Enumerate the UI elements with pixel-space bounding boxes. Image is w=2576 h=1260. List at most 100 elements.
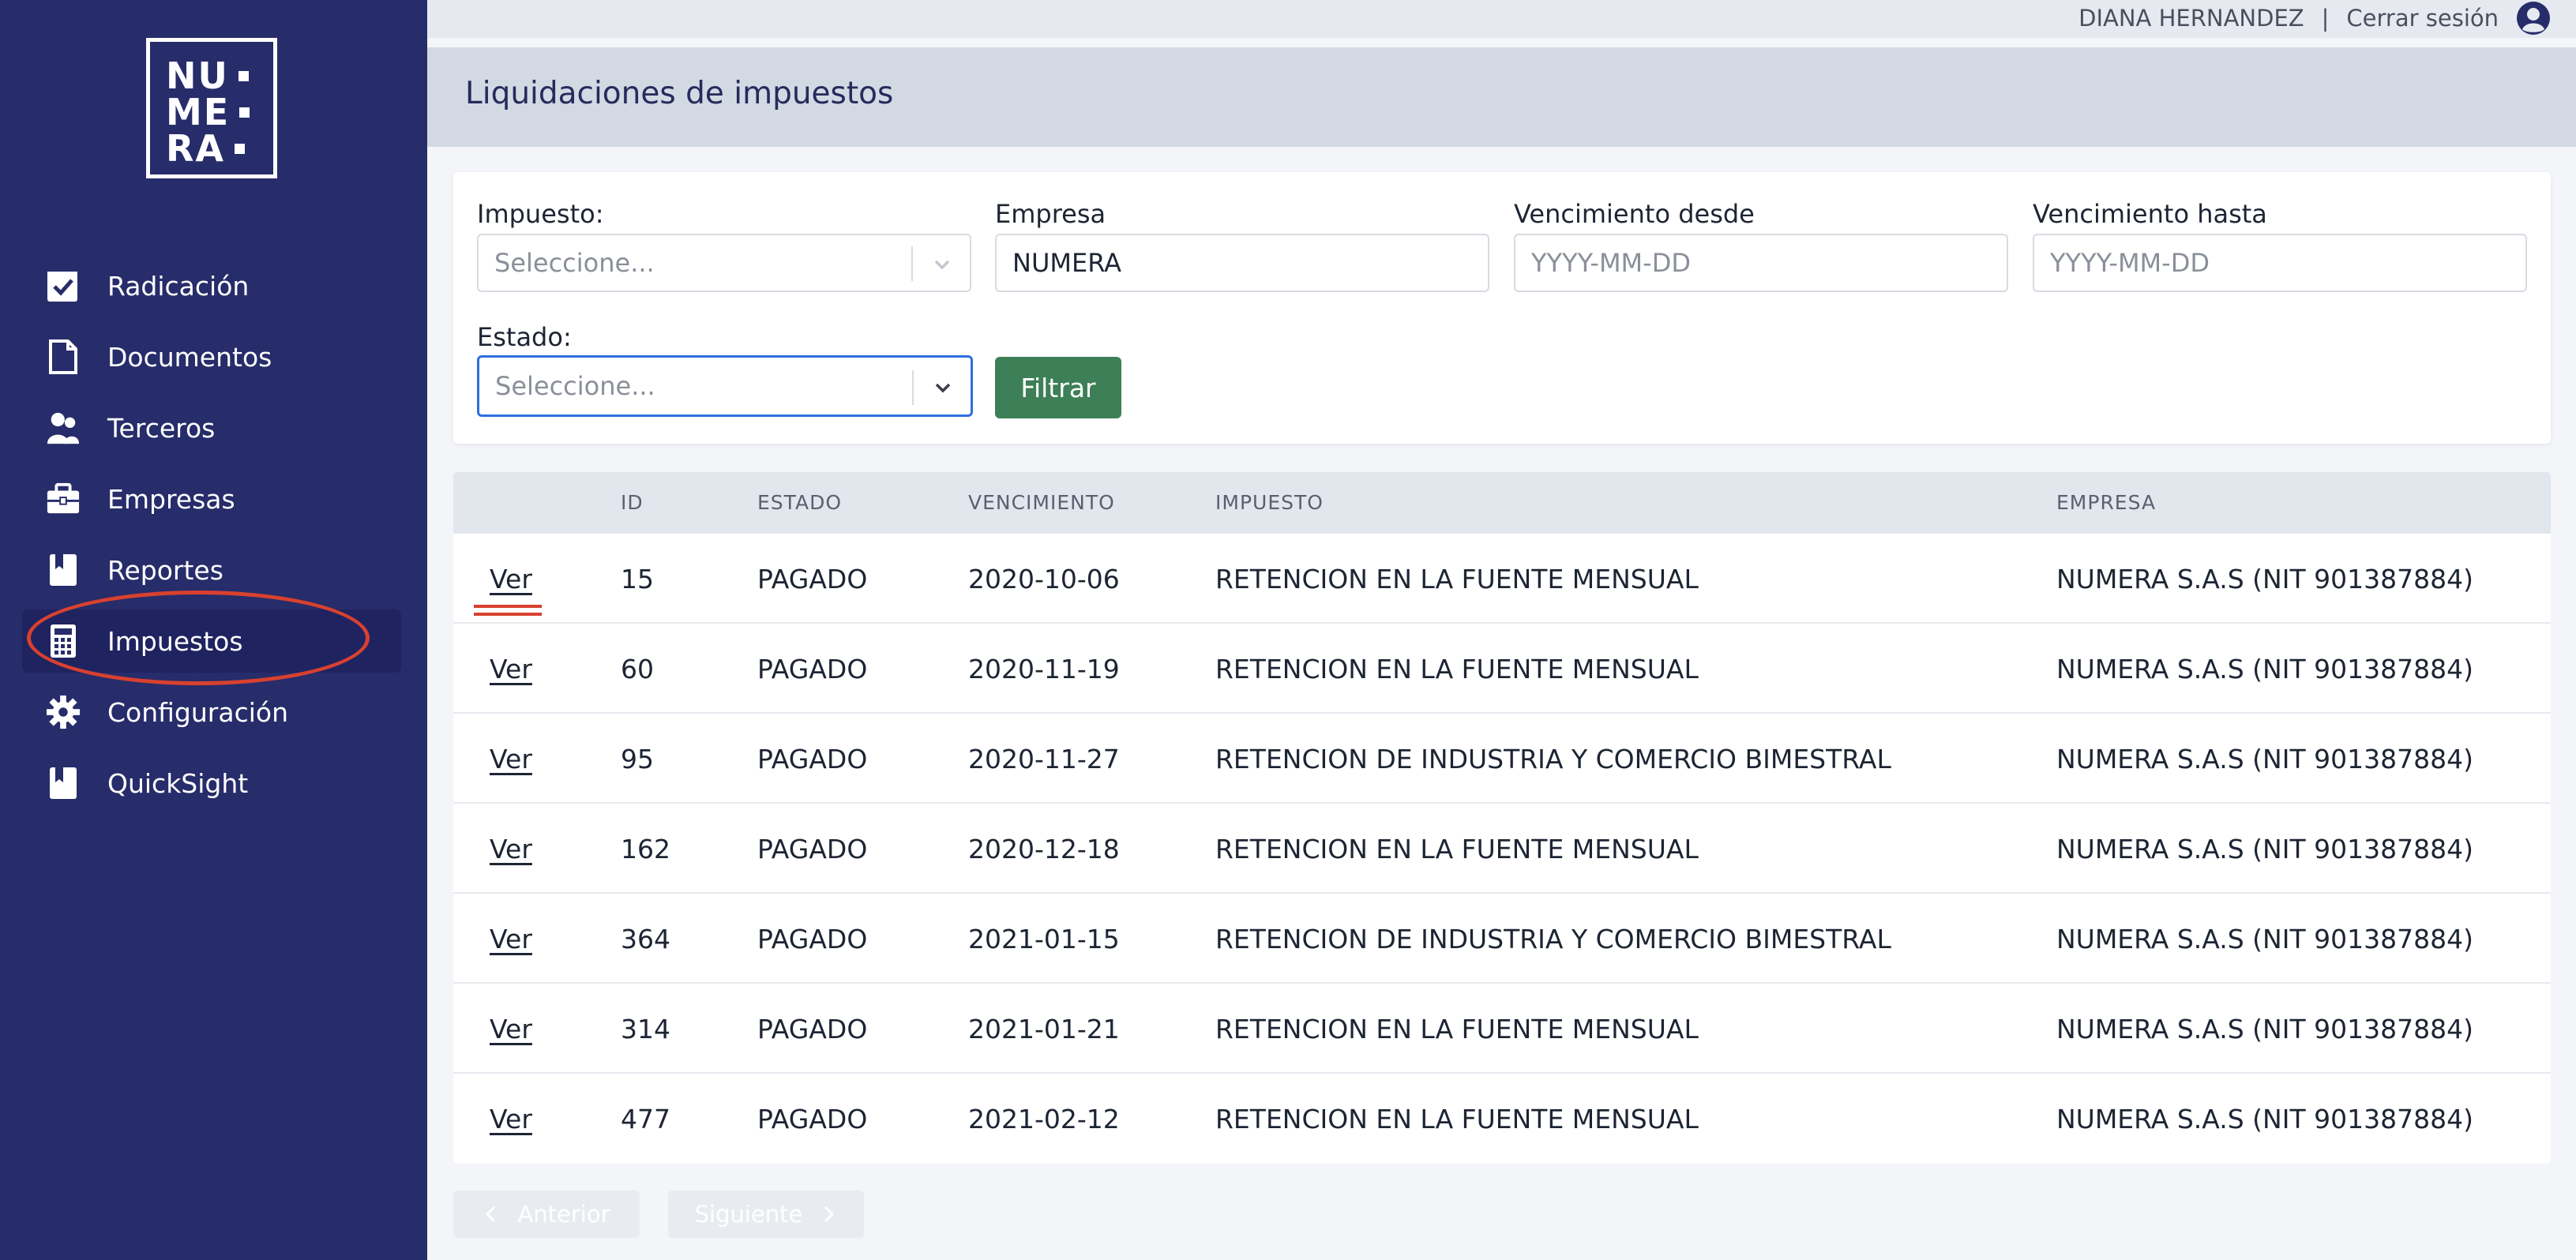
page-header: Liquidaciones de impuestos xyxy=(427,47,2576,147)
row-vencimiento: 2020-10-06 xyxy=(968,564,1120,594)
row-empresa: NUMERA S.A.S (NIT 901387884) xyxy=(2056,564,2473,594)
page-title: Liquidaciones de impuestos xyxy=(465,76,894,111)
view-link[interactable]: Ver xyxy=(490,564,532,594)
sidebar-item-label: Configuración xyxy=(107,696,289,728)
view-link[interactable]: Ver xyxy=(490,1104,532,1134)
empresa-field[interactable]: NUMERA xyxy=(995,234,1489,292)
logo-text-2: ME xyxy=(166,91,231,133)
sidebar-item-label: Documentos xyxy=(107,341,272,373)
vencimiento-desde-placeholder: YYYY-MM-DD xyxy=(1531,248,1691,278)
row-estado: PAGADO xyxy=(757,744,868,774)
row-empresa: NUMERA S.A.S (NIT 901387884) xyxy=(2056,1104,2473,1134)
annotation-underline xyxy=(474,605,542,616)
row-impuesto: RETENCION DE INDUSTRIA Y COMERCIO BIMEST… xyxy=(1215,924,1891,954)
separator: | xyxy=(2321,5,2330,32)
chevron-right-icon xyxy=(824,1206,835,1223)
chevron-down-icon xyxy=(934,260,950,270)
row-estado: PAGADO xyxy=(757,924,868,954)
view-link[interactable]: Ver xyxy=(490,834,532,864)
row-impuesto: RETENCION EN LA FUENTE MENSUAL xyxy=(1215,654,1699,684)
table-row: Ver 60 PAGADO 2020-11-19 RETENCION EN LA… xyxy=(453,624,2551,714)
document-icon xyxy=(46,338,81,376)
row-estado: PAGADO xyxy=(757,654,868,684)
logout-link[interactable]: Cerrar sesión xyxy=(2346,5,2499,32)
logo-text-1: NU xyxy=(166,54,229,97)
select-divider xyxy=(912,370,914,405)
sidebar-item-label: Terceros xyxy=(107,412,216,444)
user-avatar-icon[interactable] xyxy=(2516,1,2551,36)
column-header-impuesto: IMPUESTO xyxy=(1215,491,1324,514)
table-row: Ver 162 PAGADO 2020-12-18 RETENCION EN L… xyxy=(453,804,2551,894)
next-page-label: Siguiente xyxy=(694,1201,803,1228)
logo-row-1: NU xyxy=(166,58,249,94)
row-vencimiento: 2020-12-18 xyxy=(968,834,1120,864)
sidebar-item-terceros[interactable]: Terceros xyxy=(22,396,401,459)
row-vencimiento: 2021-01-21 xyxy=(968,1014,1120,1044)
sidebar-item-radicacion[interactable]: Radicación xyxy=(22,254,401,317)
impuesto-select[interactable]: Seleccione... xyxy=(477,234,971,292)
table-header: ID ESTADO VENCIMIENTO IMPUESTO EMPRESA xyxy=(453,472,2551,534)
row-vencimiento: 2020-11-19 xyxy=(968,654,1120,684)
gear-icon xyxy=(46,693,81,731)
view-link[interactable]: Ver xyxy=(490,654,532,684)
column-header-vencimiento: VENCIMIENTO xyxy=(968,491,1115,514)
table-row: Ver 364 PAGADO 2021-01-15 RETENCION DE I… xyxy=(453,894,2551,984)
numera-logo[interactable]: NU ME RA xyxy=(146,38,277,178)
chevron-down-icon xyxy=(935,383,951,393)
chevron-left-icon xyxy=(486,1206,496,1223)
row-vencimiento: 2021-01-15 xyxy=(968,924,1120,954)
row-id: 15 xyxy=(621,564,654,594)
vencimiento-desde-label: Vencimiento desde xyxy=(1514,199,1755,229)
row-estado: PAGADO xyxy=(757,564,868,594)
logo-text-3: RA xyxy=(166,127,226,170)
estado-select[interactable]: Seleccione... xyxy=(477,355,973,417)
row-id: 60 xyxy=(621,654,654,684)
table-row: Ver 95 PAGADO 2020-11-27 RETENCION DE IN… xyxy=(453,714,2551,804)
next-page-button[interactable]: Siguiente xyxy=(668,1191,864,1238)
view-link[interactable]: Ver xyxy=(490,924,532,954)
impuesto-label: Impuesto: xyxy=(477,199,604,229)
column-header-empresa: EMPRESA xyxy=(2056,491,2157,514)
logo-dot xyxy=(235,143,246,154)
logo-dot xyxy=(239,107,250,118)
row-empresa: NUMERA S.A.S (NIT 901387884) xyxy=(2056,1014,2473,1044)
bookmark-icon xyxy=(46,551,81,589)
vencimiento-desde-field[interactable]: YYYY-MM-DD xyxy=(1514,234,2008,292)
row-id: 95 xyxy=(621,744,654,774)
row-estado: PAGADO xyxy=(757,1104,868,1134)
row-impuesto: RETENCION EN LA FUENTE MENSUAL xyxy=(1215,834,1699,864)
row-empresa: NUMERA S.A.S (NIT 901387884) xyxy=(2056,924,2473,954)
impuesto-placeholder: Seleccione... xyxy=(494,248,655,278)
view-link[interactable]: Ver xyxy=(490,744,532,774)
sidebar-item-label: QuickSight xyxy=(107,767,249,799)
row-empresa: NUMERA S.A.S (NIT 901387884) xyxy=(2056,834,2473,864)
vencimiento-hasta-field[interactable]: YYYY-MM-DD xyxy=(2033,234,2527,292)
filter-button[interactable]: Filtrar xyxy=(995,357,1121,418)
row-id: 477 xyxy=(621,1104,670,1134)
row-impuesto: RETENCION EN LA FUENTE MENSUAL xyxy=(1215,1014,1699,1044)
sidebar-item-empresas[interactable]: Empresas xyxy=(22,467,401,531)
row-impuesto: RETENCION EN LA FUENTE MENSUAL xyxy=(1215,1104,1699,1134)
sidebar-item-documentos[interactable]: Documentos xyxy=(22,325,401,388)
row-empresa: NUMERA S.A.S (NIT 901387884) xyxy=(2056,654,2473,684)
sidebar-item-label: Reportes xyxy=(107,554,223,586)
select-divider xyxy=(911,246,913,281)
vencimiento-hasta-label: Vencimiento hasta xyxy=(2033,199,2267,229)
row-id: 364 xyxy=(621,924,670,954)
tax-settlements-table: ID ESTADO VENCIMIENTO IMPUESTO EMPRESA V… xyxy=(453,472,2551,1164)
row-estado: PAGADO xyxy=(757,1014,868,1044)
logo-row-3: RA xyxy=(166,127,246,170)
annotation-circle xyxy=(27,591,370,685)
user-name: DIANA HERNANDEZ xyxy=(2078,5,2304,32)
column-header-estado: ESTADO xyxy=(757,491,843,514)
previous-page-button[interactable]: Anterior xyxy=(453,1191,640,1238)
table-row: Ver 15 PAGADO 2020-10-06 RETENCION EN LA… xyxy=(453,534,2551,624)
sidebar-item-quicksight[interactable]: QuickSight xyxy=(22,752,401,815)
logo-dot xyxy=(238,70,249,81)
view-link[interactable]: Ver xyxy=(490,1014,532,1044)
sidebar-item-configuracion[interactable]: Configuración xyxy=(22,681,401,744)
users-icon xyxy=(46,409,81,447)
row-vencimiento: 2021-02-12 xyxy=(968,1104,1120,1134)
briefcase-icon xyxy=(46,480,81,518)
bookmark-icon xyxy=(46,764,81,802)
